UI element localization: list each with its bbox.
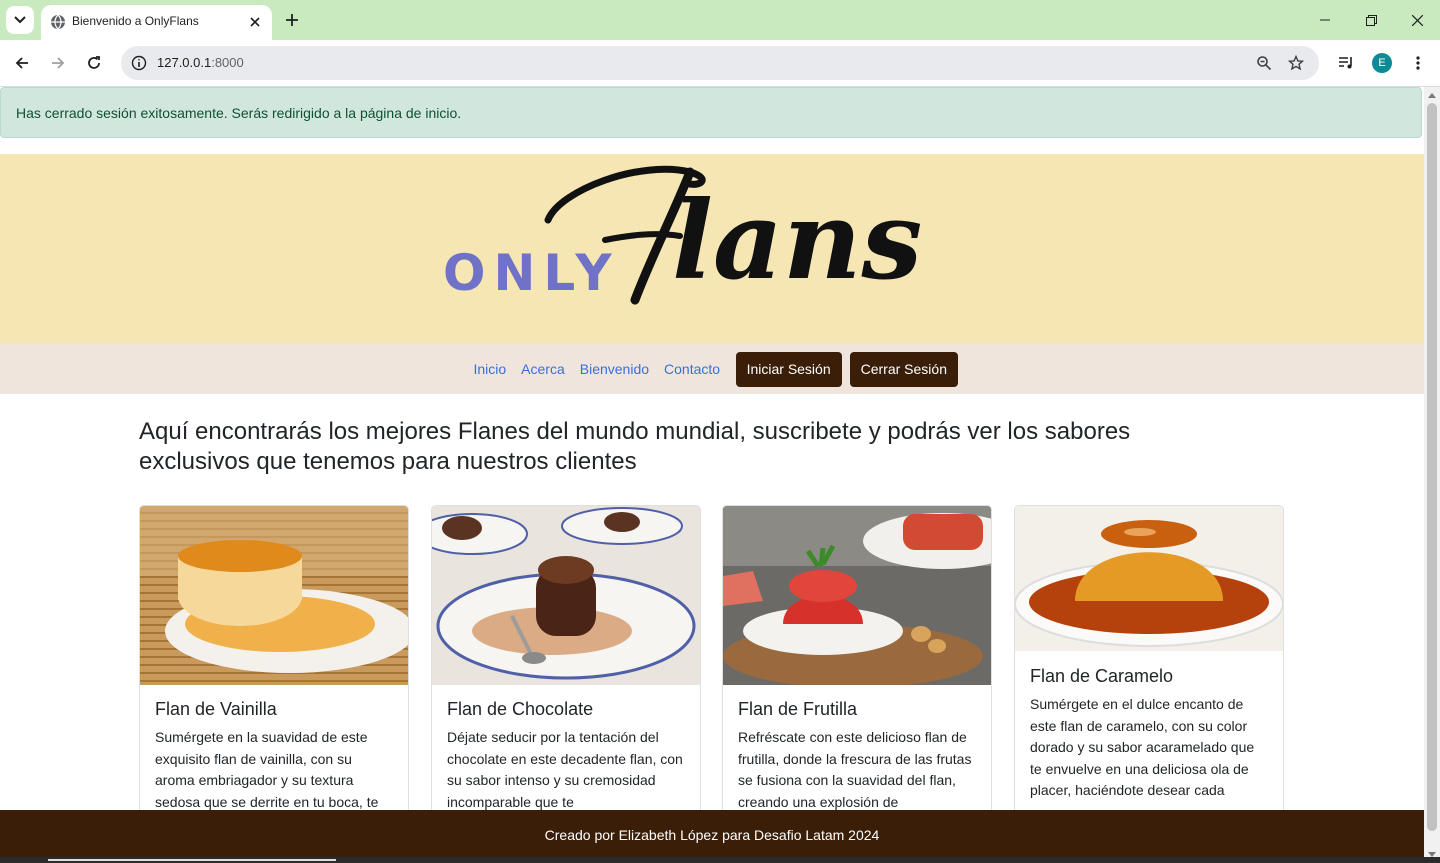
product-card-caramelo[interactable]: Flan de Caramelo Sumérgete en el dulce e… [1014,505,1284,825]
scroll-up-icon[interactable] [1428,93,1436,98]
tab-title: Bienvenido a OnlyFlans [72,14,199,28]
product-card-vainilla[interactable]: Flan de Vainilla Sumérgete en la suavida… [139,505,409,825]
main-navbar: Inicio Acerca Bienvenido Contacto Inicia… [0,344,1424,394]
intro-heading: Aquí encontrarás los mejores Flanes del … [139,418,1131,475]
card-text: Sumérgete en la suavidad de este exquisi… [155,729,379,810]
flan-vainilla-photo [140,506,408,685]
reload-icon[interactable] [80,49,108,77]
star-icon[interactable] [1286,53,1306,73]
logo-script-flans: lans [544,165,922,305]
url-port: :8000 [211,55,244,70]
flan-chocolate-photo [432,506,700,685]
login-button[interactable]: Iniciar Sesión [735,351,842,387]
url-text: 127.0.0.1:8000 [157,55,244,70]
page-scrollbar[interactable] [1424,87,1440,863]
nav-link-inicio[interactable]: Inicio [466,361,514,377]
card-text: Refréscate con este delicioso flan de fr… [738,729,972,810]
page-viewport: Has cerrado sesión exitosamente. Serás r… [0,87,1424,863]
address-bar[interactable]: 127.0.0.1:8000 [121,46,1319,80]
media-icon[interactable] [1332,49,1360,77]
globe-icon [50,14,66,30]
product-card-chocolate[interactable]: Flan de Chocolate Déjate seducir por la … [431,505,701,825]
url-host: 127.0.0.1 [157,55,212,70]
tab-search-icon[interactable] [6,6,34,34]
logout-button[interactable]: Cerrar Sesión [849,351,958,387]
footer-credit: Creado por Elizabeth López para Desafio … [544,827,880,843]
nav-link-bienvenido[interactable]: Bienvenido [572,361,656,377]
restore-icon[interactable] [1354,6,1388,34]
browser-toolbar: 127.0.0.1:8000 E [0,40,1440,87]
logo-script-text: lans [672,178,922,304]
flan-frutilla-photo [723,506,991,685]
card-title: Flan de Frutilla [738,699,858,719]
flan-caramelo-photo [1015,506,1283,651]
header-banner: ONLY lans [0,154,1424,344]
zoom-icon[interactable] [1254,53,1274,73]
browser-tab[interactable]: Bienvenido a OnlyFlans [41,5,272,40]
back-arrow-icon[interactable] [8,49,36,77]
forward-arrow-icon[interactable] [44,49,72,77]
card-text: Sumérgete en el dulce encanto de este fl… [1030,696,1255,798]
card-title: Flan de Caramelo [1030,666,1174,686]
browser-tab-strip: Bienvenido a OnlyFlans [0,0,1440,40]
info-icon[interactable] [129,53,149,73]
alert-message: Has cerrado sesión exitosamente. Serás r… [16,105,462,121]
close-icon[interactable] [247,14,263,30]
card-text: Déjate seducir por la tentación del choc… [447,729,683,810]
nav-link-acerca[interactable]: Acerca [514,361,573,377]
minimize-icon[interactable] [1308,6,1342,34]
page-footer: Creado por Elizabeth López para Desafio … [0,810,1424,863]
window-close-icon[interactable] [1400,6,1434,34]
more-vert-icon[interactable] [1404,49,1432,77]
card-title: Flan de Chocolate [447,699,594,719]
card-title: Flan de Vainilla [155,699,277,719]
plus-icon[interactable] [281,9,303,31]
scrollbar-thumb[interactable] [1427,103,1437,831]
os-taskbar-edge [0,857,1440,863]
product-card-frutilla[interactable]: Flan de Frutilla Refréscate con este del… [722,505,992,825]
logout-success-alert: Has cerrado sesión exitosamente. Serás r… [0,87,1422,138]
nav-link-contacto[interactable]: Contacto [657,361,728,377]
onlyflans-logo[interactable]: ONLY lans [440,160,988,312]
profile-avatar[interactable]: E [1372,53,1392,73]
